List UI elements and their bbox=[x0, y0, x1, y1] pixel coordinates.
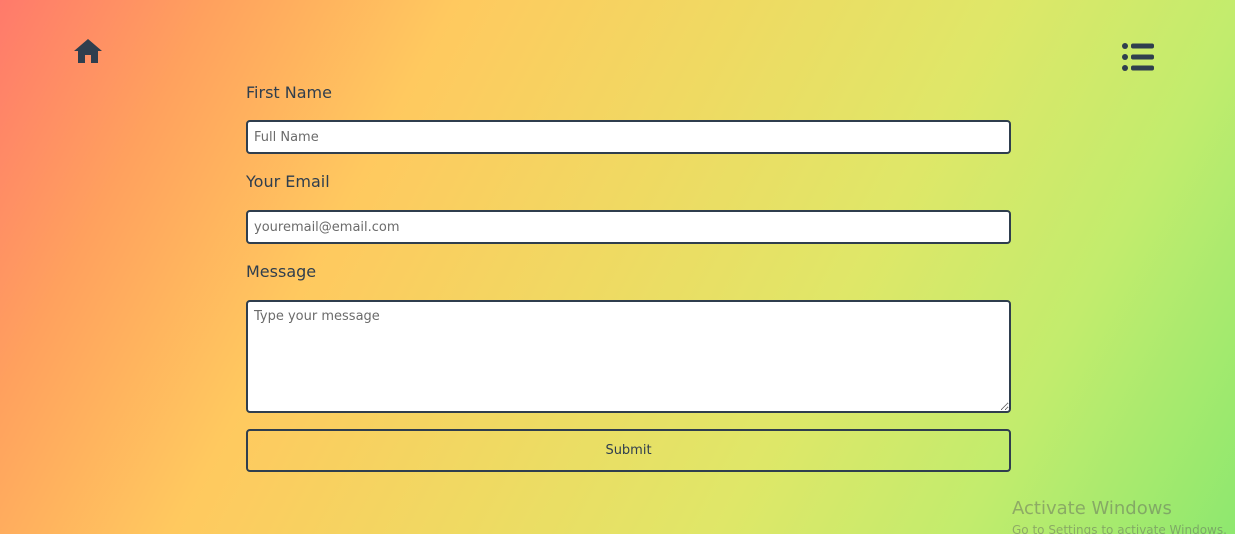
email-input[interactable] bbox=[246, 210, 1011, 244]
home-icon bbox=[74, 39, 102, 63]
activate-windows-watermark: Activate Windows Go to Settings to activ… bbox=[1012, 497, 1227, 534]
list-menu-icon bbox=[1122, 43, 1154, 71]
message-label: Message bbox=[246, 262, 317, 281]
menu-button[interactable] bbox=[1120, 42, 1156, 72]
message-textarea[interactable] bbox=[246, 300, 1011, 413]
full-name-input[interactable] bbox=[246, 120, 1011, 154]
submit-button[interactable]: Submit bbox=[246, 429, 1011, 472]
email-label: Your Email bbox=[246, 172, 330, 191]
home-button[interactable] bbox=[72, 37, 104, 67]
contact-form: First Name Your Email Message Submit bbox=[246, 80, 1011, 472]
watermark-subtitle: Go to Settings to activate Windows. bbox=[1012, 523, 1227, 534]
first-name-label: First Name bbox=[246, 83, 332, 102]
watermark-title: Activate Windows bbox=[1012, 498, 1172, 519]
